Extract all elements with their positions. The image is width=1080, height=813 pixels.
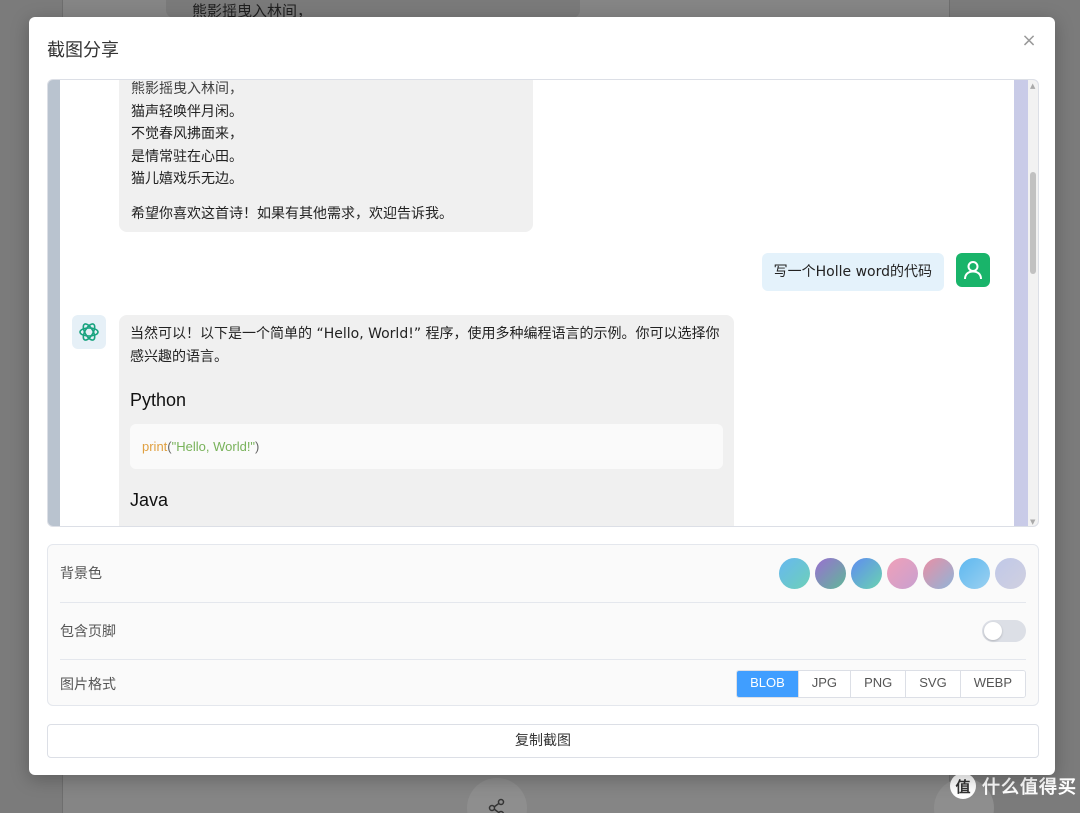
python-heading: Python bbox=[130, 390, 187, 410]
share-icon bbox=[488, 798, 505, 813]
assistant-avatar bbox=[72, 315, 106, 349]
code-block: print("Hello, World!") bbox=[130, 424, 723, 469]
color-swatch-5[interactable] bbox=[923, 557, 954, 589]
footer-row: 包含页脚 bbox=[60, 602, 1026, 658]
user-icon bbox=[964, 261, 982, 280]
poem-line: 猫声轻唤伴月闲。 bbox=[131, 103, 243, 120]
color-swatch-2[interactable] bbox=[815, 557, 846, 589]
preview-scrollbar[interactable]: ▲ ▼ bbox=[1028, 80, 1038, 526]
toggle-knob bbox=[984, 621, 1002, 640]
footer-label: 包含页脚 bbox=[60, 623, 116, 640]
screenshot-share-dialog: 截图分享 × 熊影摇曳入林间， 猫声轻唤伴月闲。 不觉春风拂面来， 是情常驻在心… bbox=[29, 17, 1055, 775]
color-swatch-6[interactable] bbox=[959, 557, 990, 589]
poem-line: 不觉春风拂面来， bbox=[131, 126, 243, 142]
java-heading: Java bbox=[130, 490, 169, 510]
format-option-png[interactable]: PNG bbox=[850, 670, 906, 697]
color-swatches bbox=[779, 557, 1026, 589]
code-paren: ) bbox=[255, 439, 260, 454]
footer-toggle[interactable] bbox=[982, 619, 1026, 642]
user-message-row: 写一个Holle word的代码 bbox=[761, 253, 990, 291]
assistant-message: 当然可以！以下是一个简单的 “Hello, World!” 程序，使用多种编程语… bbox=[119, 315, 734, 526]
watermark-logo: 值 bbox=[950, 773, 976, 799]
color-swatch-1[interactable] bbox=[779, 557, 810, 589]
image-format-row: 图片格式 BLOB JPG PNG SVG WEBP bbox=[60, 659, 1026, 707]
format-option-jpg[interactable]: JPG bbox=[797, 670, 851, 697]
previous-assistant-bubble: 熊影摇曳入林间， 猫声轻唤伴月闲。 不觉春风拂面来， 是情常驻在心田。 猫儿嬉戏… bbox=[119, 80, 533, 232]
scroll-down-icon[interactable]: ▼ bbox=[1030, 518, 1035, 526]
color-swatch-7[interactable] bbox=[995, 557, 1026, 589]
copy-screenshot-button[interactable]: 复制截图 bbox=[47, 724, 1039, 758]
background-color-label: 背景色 bbox=[60, 566, 102, 582]
color-swatch-4[interactable] bbox=[887, 557, 918, 589]
color-swatch-3[interactable] bbox=[851, 557, 882, 589]
chat-preview-content: 熊影摇曳入林间， 猫声轻唤伴月闲。 不觉春风拂面来， 是情常驻在心田。 猫儿嬉戏… bbox=[60, 80, 1014, 526]
poem-line: 猫儿嬉戏乐无边。 bbox=[131, 171, 243, 187]
background-color-row: 背景色 bbox=[60, 545, 1026, 601]
user-avatar bbox=[956, 253, 990, 287]
scroll-up-icon[interactable]: ▲ bbox=[1030, 82, 1035, 90]
format-option-webp[interactable]: WEBP bbox=[959, 670, 1025, 697]
dialog-title: 截图分享 bbox=[47, 40, 119, 61]
openai-icon bbox=[79, 323, 99, 341]
user-message: 写一个Holle word的代码 bbox=[761, 253, 944, 291]
poem-line: 是情常驻在心田。 bbox=[131, 148, 243, 165]
watermark-text: 什么值得买 bbox=[982, 777, 1077, 798]
image-format-label: 图片格式 bbox=[60, 676, 116, 693]
poem-line: 熊影摇曳入林间， bbox=[131, 81, 243, 97]
code-string: "Hello, World!" bbox=[171, 439, 256, 454]
format-option-blob[interactable]: BLOB bbox=[737, 670, 798, 697]
format-option-svg[interactable]: SVG bbox=[905, 670, 960, 697]
format-selector: BLOB JPG PNG SVG WEBP bbox=[736, 669, 1026, 698]
code-function: print bbox=[142, 439, 168, 454]
closing-line: 希望你喜欢这首诗！如果有其他需求，欢迎告诉我。 bbox=[131, 205, 453, 222]
settings-panel: 背景色 包含页脚 图片格式 BLOB JPG PNG SVG WEBP bbox=[47, 544, 1039, 706]
watermark: 值 什么值得买 bbox=[950, 773, 1077, 799]
screenshot-preview[interactable]: 熊影摇曳入林间， 猫声轻唤伴月闲。 不觉春风拂面来， 是情常驻在心田。 猫儿嬉戏… bbox=[47, 79, 1039, 527]
close-icon[interactable]: × bbox=[1020, 32, 1038, 50]
scroll-thumb[interactable] bbox=[1030, 172, 1036, 274]
assistant-intro: 当然可以！以下是一个简单的 “Hello, World!” 程序，使用多种编程语… bbox=[130, 326, 720, 365]
